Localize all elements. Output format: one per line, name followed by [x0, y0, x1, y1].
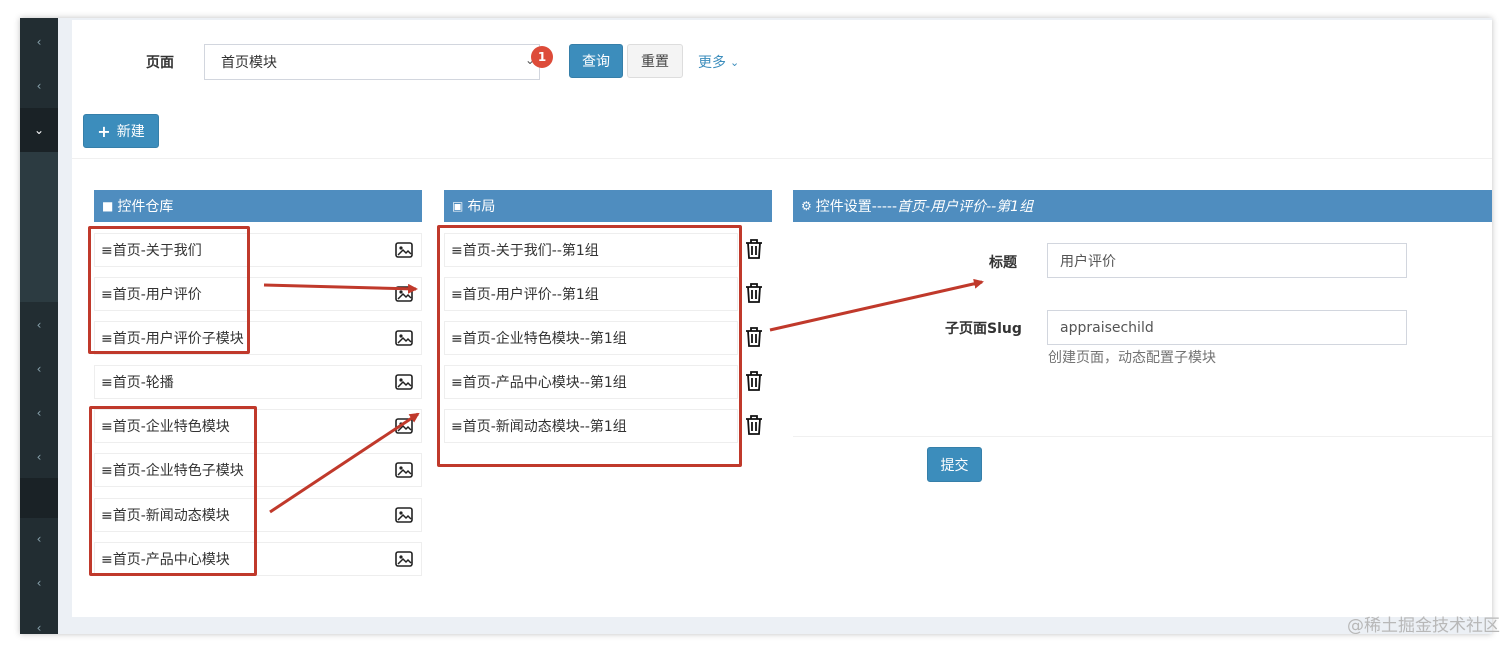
screenshot-stage: ‹ ‹ ⌄ ‹ ‹ ‹ ‹ ‹ ‹ ‹ 页面 首页模块 ⌄ 1 查询 重置 更多… — [0, 0, 1512, 654]
annotation-arrow — [769, 278, 984, 332]
watermark: @稀土掘金技术社区 — [1347, 616, 1500, 636]
annotation-arrow — [263, 283, 418, 294]
annotation-arrows — [263, 278, 984, 514]
annotation-arrow — [269, 412, 420, 514]
